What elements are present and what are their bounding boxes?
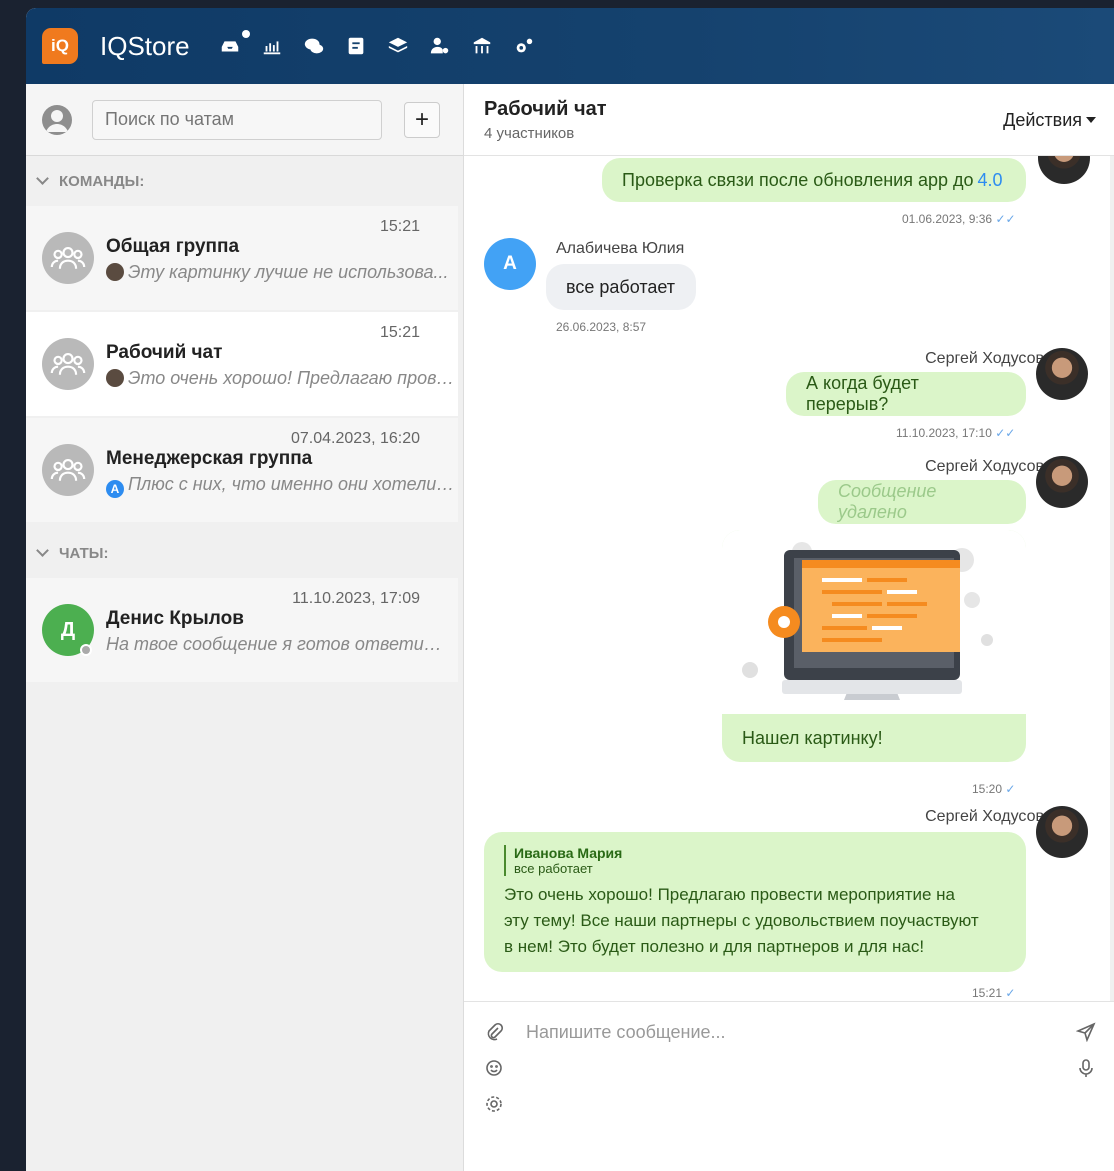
chat-search-input[interactable] — [92, 99, 382, 140]
double-check-icon: ✓✓ — [995, 426, 1016, 440]
group-icon — [42, 232, 94, 284]
message-bubble[interactable]: Иванова Мария все работает Это очень хор… — [484, 832, 1026, 972]
section-teams-header[interactable]: КОМАНДЫ: — [26, 156, 463, 206]
quote-text: все работает — [514, 860, 593, 876]
sender-avatar-icon — [106, 369, 124, 387]
chat-item-rabochiy[interactable]: 15:21 Рабочий чат Это очень хорошо! Пред… — [26, 312, 458, 416]
chat-preview: На твое сообщение я готов ответить... — [106, 634, 456, 654]
double-check-icon: ✓✓ — [995, 212, 1016, 226]
message-composer: Напишите сообщение... — [464, 1001, 1114, 1171]
inbox-icon[interactable] — [218, 30, 250, 58]
offline-status-dot — [80, 644, 92, 656]
chevron-down-icon — [36, 544, 49, 557]
chat-header: Рабочий чат 4 участников Действия — [464, 84, 1114, 156]
chat-item-manager[interactable]: 07.04.2023, 16:20 Менеджерская группа AП… — [26, 418, 458, 522]
sergey-avatar — [1038, 156, 1090, 184]
quote-author: Иванова Мария — [514, 844, 623, 861]
iqstore-logo[interactable]: iQ — [42, 28, 78, 64]
gears-icon[interactable] — [512, 34, 536, 58]
sidebar-toolbar: + — [26, 84, 463, 156]
microphone-icon[interactable] — [1076, 1058, 1096, 1078]
bar-chart-icon[interactable] — [260, 34, 284, 58]
sender-avatar-letter: A — [106, 480, 124, 498]
contacts-icon[interactable] — [344, 34, 368, 58]
notification-dot — [241, 30, 250, 38]
profile-icon[interactable] — [42, 104, 72, 135]
chat-name: Рабочий чат — [106, 342, 223, 363]
group-icon — [42, 338, 94, 390]
settings-icon[interactable] — [484, 1094, 504, 1114]
quoted-message[interactable]: Иванова Мария все работает — [504, 844, 623, 876]
image-caption: Нашел картинку! — [742, 727, 883, 748]
message-text: эту тему! Все наши партнеры с удовольств… — [504, 910, 979, 930]
message-image[interactable] — [722, 530, 1026, 714]
computer-illustration — [742, 542, 993, 700]
chat-name: Денис Крылов — [106, 608, 244, 629]
paperclip-icon[interactable] — [484, 1022, 504, 1042]
group-icon — [42, 444, 94, 496]
emoji-icon[interactable] — [484, 1058, 504, 1078]
message-timestamp: 15:20 ✓ — [972, 782, 1016, 796]
send-icon[interactable] — [1075, 1022, 1096, 1043]
chat-time: 11.10.2023, 17:09 — [292, 590, 420, 607]
message-timestamp: 15:21 ✓ — [972, 986, 1016, 1000]
message-timestamp: 11.10.2023, 17:10 ✓✓ — [896, 426, 1016, 440]
chat-name: Менеджерская группа — [106, 448, 313, 469]
brand-name[interactable]: IQStore — [100, 31, 190, 62]
message-timestamp: 01.06.2023, 9:36 ✓✓ — [902, 212, 1016, 226]
version-link[interactable]: 4.0 — [978, 170, 1003, 191]
message-timestamp: 26.06.2023, 8:57 — [556, 320, 647, 334]
chat-preview: Это очень хорошо! Предлагаю прове... — [106, 368, 456, 389]
analytics-icon[interactable] — [470, 34, 494, 58]
sender-avatar-icon — [106, 263, 124, 281]
chat-time: 15:21 — [379, 218, 420, 235]
actions-dropdown[interactable]: Действия — [1003, 110, 1096, 131]
chevron-down-icon — [36, 172, 49, 185]
chat-time: 07.04.2023, 16:20 — [290, 430, 420, 447]
deleted-message: Сообщение удалено — [818, 480, 1026, 524]
check-icon: ✓ — [1005, 782, 1016, 796]
message-scrollbar[interactable] — [1110, 156, 1114, 1001]
sender-name: Сергей Ходусов — [925, 458, 1044, 475]
section-chats-header[interactable]: ЧАТЫ: — [26, 528, 463, 578]
chat-item-obshaya[interactable]: 15:21 Общая группа Эту картинку лучше не… — [26, 206, 458, 310]
chat-panel: Рабочий чат 4 участников Действия Провер… — [464, 84, 1114, 1171]
chat-item-denis[interactable]: Д 11.10.2023, 17:09 Денис Крылов На твое… — [26, 578, 458, 682]
chat-sidebar: + КОМАНДЫ: 15:21 Общая группа Эту картин… — [26, 84, 464, 1171]
sender-name: Алабичева Юлия — [556, 240, 685, 257]
chat-icon[interactable] — [302, 34, 326, 58]
message-text: в нем! Это будет полезно и для партнеров… — [504, 936, 925, 956]
sergey-avatar — [1036, 348, 1088, 400]
check-icon: ✓ — [1005, 986, 1016, 1000]
new-chat-button[interactable]: + — [404, 101, 440, 138]
layers-icon[interactable] — [386, 34, 410, 58]
sergey-avatar — [1036, 456, 1088, 508]
message-input[interactable]: Напишите сообщение... — [526, 1022, 726, 1043]
chat-preview: Эту картинку лучше не использова... — [106, 262, 456, 283]
top-navbar: iQ IQStore — [26, 8, 1114, 84]
chat-preview: A Плюс с них, что именно они хотели ... — [106, 474, 456, 498]
sergey-avatar — [1036, 806, 1088, 858]
message-text: Это очень хорошо! Предлагаю провести мер… — [504, 884, 955, 904]
sender-name: Сергей Ходусов — [925, 808, 1044, 825]
chat-time: 15:21 — [379, 324, 420, 341]
image-message[interactable]: Нашел картинку! — [722, 530, 1026, 762]
message-bubble[interactable]: Проверка связи после обновления app до 4… — [602, 158, 1026, 202]
sender-name: Сергей Ходусов — [925, 350, 1044, 367]
message-list[interactable]: Проверка связи после обновления app до 4… — [464, 156, 1114, 1001]
message-bubble[interactable]: все работает — [546, 264, 696, 310]
yulia-avatar: A — [484, 238, 536, 290]
user-settings-icon[interactable] — [428, 34, 452, 58]
chat-name: Общая группа — [106, 236, 240, 257]
message-bubble[interactable]: А когда будет перерыв? — [786, 372, 1026, 416]
app-window: iQ IQStore + КОМАНДЫ: 15:21 Общая группа — [26, 8, 1114, 1171]
